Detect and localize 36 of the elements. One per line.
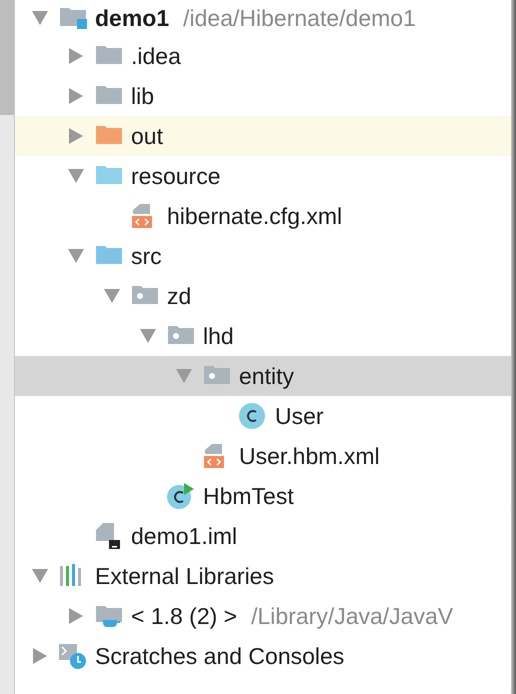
tree-row[interactable]: entity [15,356,511,396]
path-label: /idea/Hibernate/demo1 [183,4,416,33]
node-label: hibernate.cfg.xml [167,202,342,231]
node-label: < 1.8 (2) > [131,602,238,631]
tree-row[interactable]: out [15,116,511,156]
path-label: /Library/Java/JavaV [251,602,454,631]
node-label: src [131,242,162,271]
expanded-arrow-icon[interactable] [140,328,156,344]
node-label: entity [239,362,294,391]
collapsed-arrow-icon[interactable] [32,648,48,664]
node-label: Scratches and Consoles [95,642,344,671]
node-label: User.hbm.xml [239,442,380,471]
collapsed-arrow-icon[interactable] [68,128,84,144]
node-label: HbmTest [203,482,294,511]
node-label: .idea [131,42,181,71]
node-label: demo1 [95,4,170,33]
node-label: resource [131,162,220,191]
node-label: demo1.iml [131,522,238,551]
expanded-arrow-icon[interactable] [176,368,192,384]
expanded-arrow-icon[interactable] [68,248,84,264]
node-label: lhd [203,322,234,351]
node-label: out [131,122,163,151]
node-label: External Libraries [95,562,274,591]
expanded-arrow-icon[interactable] [32,568,48,584]
collapsed-arrow-icon[interactable] [68,608,84,624]
class-icon [238,402,268,430]
expanded-arrow-icon[interactable] [32,10,48,26]
runnable-class-icon [166,482,196,510]
node-label: zd [167,282,192,311]
expanded-arrow-icon[interactable] [68,168,84,184]
scratches-icon [58,642,88,670]
expanded-arrow-icon[interactable] [104,288,120,304]
collapsed-arrow-icon[interactable] [68,88,84,104]
collapsed-arrow-icon[interactable] [68,48,84,64]
node-label: lib [131,82,154,111]
node-label: User [275,402,324,431]
